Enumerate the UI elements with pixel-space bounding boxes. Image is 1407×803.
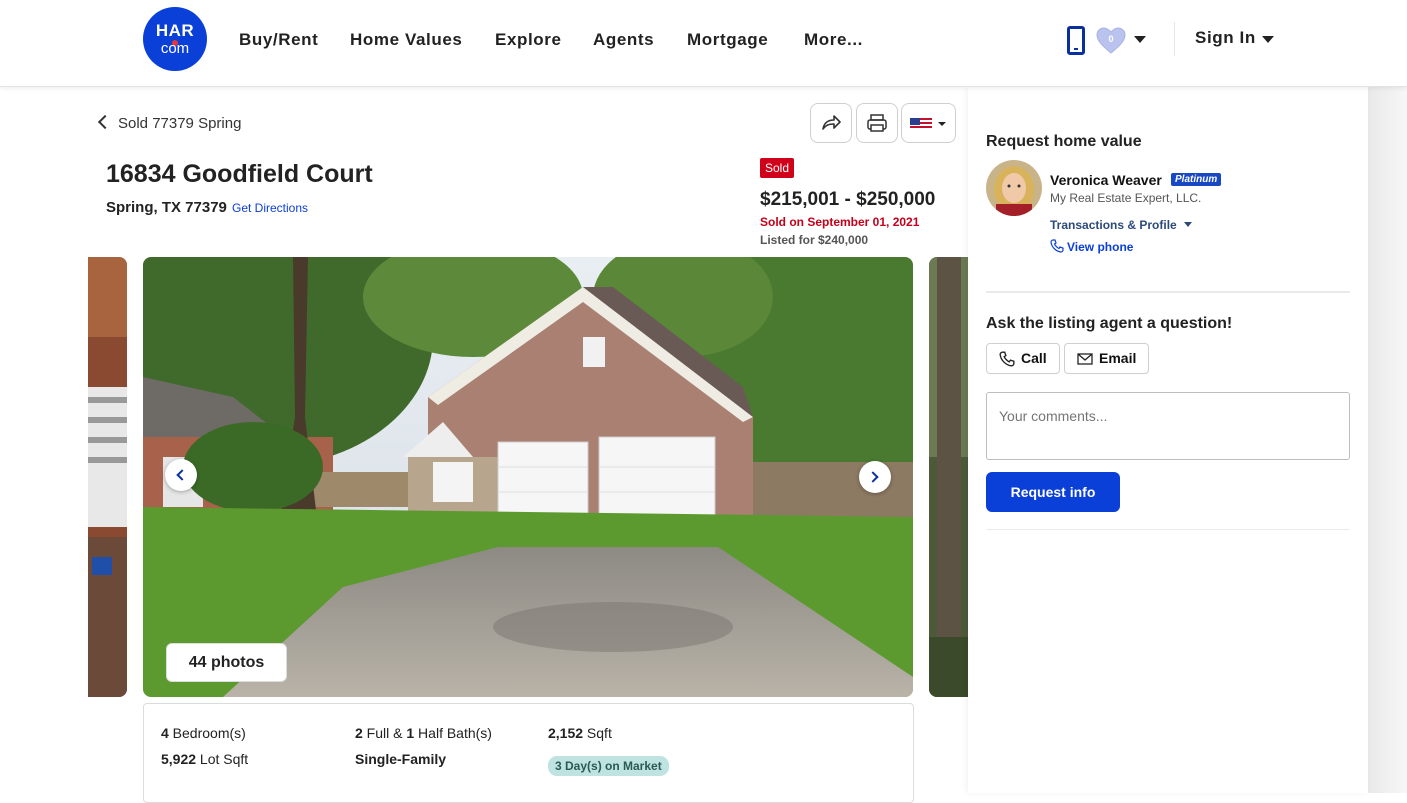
call-label: Call — [1021, 350, 1047, 366]
listing-address: 16834 Goodfield Court — [106, 160, 373, 188]
phone-icon — [1050, 239, 1064, 253]
section-divider-bottom — [986, 529, 1350, 530]
header-divider — [1174, 22, 1175, 56]
caret-down-icon — [1184, 222, 1193, 227]
main-listing-photo[interactable] — [143, 257, 913, 697]
section-divider — [986, 291, 1350, 293]
comments-textarea[interactable] — [986, 392, 1350, 460]
previous-photo-button[interactable] — [165, 459, 197, 491]
mobile-app-icon[interactable] — [1067, 26, 1085, 55]
transactions-label: Transactions & Profile — [1050, 218, 1177, 232]
favorites-dropdown-caret-icon[interactable] — [1134, 36, 1146, 43]
chevron-left-icon — [176, 469, 188, 481]
request-info-button[interactable]: Request info — [986, 472, 1120, 512]
property-facts: 4 Bedroom(s) 2 Full & 1 Half Bath(s) 2,1… — [143, 703, 914, 803]
transactions-profile-dropdown[interactable]: Transactions & Profile — [1050, 218, 1193, 232]
fact-property-type: Single-Family — [355, 751, 447, 767]
nav-mortgage[interactable]: Mortgage — [687, 30, 768, 50]
share-button[interactable] — [810, 103, 852, 143]
platinum-badge: Platinum — [1171, 173, 1222, 186]
envelope-icon — [1077, 353, 1093, 365]
us-flag-icon — [910, 118, 946, 130]
fact-baths: 2 Full & 1 Half Bath(s) — [355, 725, 492, 741]
nav-agents[interactable]: Agents — [593, 30, 654, 50]
back-to-search-link[interactable]: Sold 77379 Spring — [97, 114, 242, 132]
agent-name[interactable]: Veronica Weaver — [1050, 172, 1162, 188]
next-photo-preview[interactable] — [929, 257, 969, 697]
phone-icon — [999, 351, 1015, 367]
price-range: $215,001 - $250,000 — [760, 189, 936, 210]
favorites-count: 0 — [1108, 34, 1114, 44]
chevron-right-icon — [867, 471, 879, 483]
fact-sqft: 2,152 Sqft — [548, 725, 612, 741]
print-button[interactable] — [856, 103, 898, 143]
previous-photo-preview[interactable] — [88, 257, 127, 697]
site-header: HAR com Buy/Rent Home Values Explore Age… — [0, 0, 1407, 87]
back-label: Sold 77379 Spring — [118, 115, 242, 132]
nav-explore[interactable]: Explore — [495, 30, 562, 50]
ask-agent-title: Ask the listing agent a question! — [986, 315, 1233, 332]
sidebar-title: Request home value — [986, 133, 1142, 150]
email-button[interactable]: Email — [1064, 343, 1149, 374]
listing-city: Spring, TX 77379 — [106, 199, 227, 216]
get-directions-link[interactable]: Get Directions — [232, 201, 308, 215]
nav-buy-rent[interactable]: Buy/Rent — [239, 30, 318, 50]
sold-date: Sold on September 01, 2021 — [760, 215, 920, 229]
share-icon — [822, 115, 841, 130]
listed-price: Listed for $240,000 — [760, 233, 869, 247]
view-phone-label: View phone — [1067, 240, 1134, 254]
nav-home-values[interactable]: Home Values — [350, 30, 462, 50]
sign-in-button[interactable]: Sign In — [1195, 28, 1256, 48]
har-logo[interactable]: HAR com — [143, 7, 207, 71]
call-button[interactable]: Call — [986, 343, 1060, 374]
next-photo-button[interactable] — [859, 461, 891, 493]
logo-text-bottom: com — [160, 40, 190, 57]
page-gutter — [1368, 87, 1407, 793]
print-icon — [867, 114, 887, 132]
sign-in-caret-icon[interactable] — [1262, 36, 1274, 43]
chevron-left-icon — [97, 114, 113, 130]
email-label: Email — [1099, 350, 1137, 366]
photos-count-button[interactable]: 44 photos — [166, 643, 287, 682]
agent-brokerage: My Real Estate Expert, LLC. — [1050, 191, 1202, 205]
contact-sidebar: Request home value Veronica Weaver Plati… — [968, 87, 1368, 793]
language-selector[interactable] — [901, 103, 956, 143]
logo-text-top: HAR — [155, 21, 195, 40]
view-phone-link[interactable]: View phone — [1050, 239, 1133, 254]
days-on-market-badge: 3 Day(s) on Market — [548, 756, 669, 776]
nav-more[interactable]: More... — [804, 30, 863, 50]
status-badge: Sold — [760, 158, 795, 178]
fact-bedrooms: 4 Bedroom(s) — [161, 725, 246, 741]
agent-avatar[interactable] — [986, 160, 1042, 216]
fact-lot-sqft: 5,922 Lot Sqft — [161, 751, 249, 767]
